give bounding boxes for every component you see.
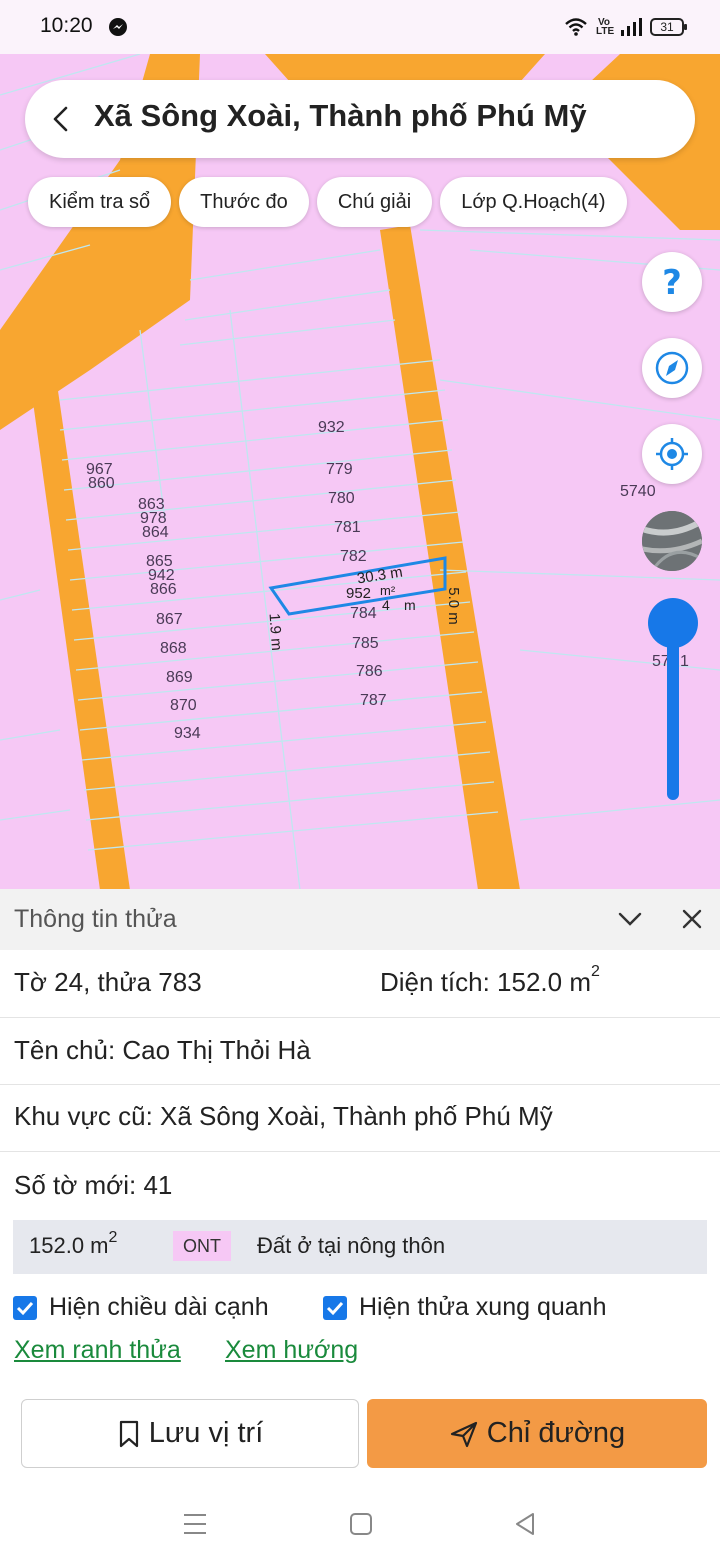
parcel-label: 932 [318, 419, 345, 436]
parcel-label: 5740 [620, 483, 656, 500]
parcel-label: 868 [160, 640, 187, 657]
messenger-icon [109, 18, 127, 36]
svg-text:?: ? [662, 263, 682, 303]
system-nav-bar [0, 1490, 720, 1560]
parcel-label: 782 [340, 548, 367, 565]
back-triangle-icon[interactable] [513, 1511, 537, 1537]
land-use-area-superscript: 2 [108, 1229, 118, 1246]
land-use-code-badge: ONT [173, 1231, 231, 1261]
new-sheet-row: Số tờ mới: 41 [0, 1152, 720, 1214]
send-arrow-icon [450, 1421, 477, 1447]
parcel-label: 864 [142, 524, 169, 541]
status-bar: 10:20 Vo LTE 31 [0, 0, 720, 54]
save-location-button[interactable]: Lưu vị trí [21, 1399, 359, 1468]
parcel-label: 934 [174, 725, 201, 742]
chip-planning-layers[interactable]: Lớp Q.Hoạch(4) [440, 177, 627, 227]
directions-button[interactable]: Chỉ đường [367, 1399, 707, 1468]
checkbox-label: Hiện thửa xung quanh [359, 1293, 607, 1321]
bookmark-icon [119, 1420, 138, 1447]
sheet-parcel-number: Tờ 24, thửa 783 [14, 967, 202, 997]
land-use-area: 152.0 m2 [29, 1229, 117, 1259]
parcel-label: 870 [170, 697, 197, 714]
edge-length-bottom-prefix: 4 [382, 597, 390, 613]
parcel-label: 785 [352, 635, 379, 652]
close-icon[interactable] [681, 908, 703, 930]
new-sheet-number: Số tờ mới: 41 [14, 1170, 173, 1200]
panel-title: Thông tin thửa [14, 905, 177, 933]
compass-button[interactable] [642, 338, 702, 398]
parcel-label: 779 [326, 461, 353, 478]
view-boundary-link[interactable]: Xem ranh thửa [14, 1336, 181, 1365]
edge-length-right: 5.0 m [444, 587, 462, 625]
status-time: 10:20 [40, 14, 93, 37]
parcel-summary-row: Tờ 24, thửa 783 Diện tích: 152.0 m2 [0, 950, 720, 1018]
parcel-label: 860 [88, 475, 115, 492]
edge-length-bottom: m [404, 597, 416, 613]
checkbox-checked-icon[interactable] [13, 1295, 37, 1320]
view-direction-link[interactable]: Xem hướng [225, 1336, 358, 1365]
parcel-label: 780 [328, 490, 355, 507]
area-value: Diện tích: 152.0 m2 [380, 963, 600, 998]
parcel-label: 869 [166, 669, 193, 686]
satellite-layer-button[interactable] [642, 511, 702, 571]
signal-icon [621, 18, 642, 36]
home-square-icon[interactable] [349, 1512, 373, 1536]
parcel-label: 787 [360, 692, 387, 709]
show-edge-length-checkbox[interactable]: Hiện chiều dài cạnh [13, 1293, 269, 1322]
area-text: Diện tích: 152.0 m [380, 967, 591, 997]
parcel-label: 866 [150, 581, 177, 598]
my-location-button[interactable] [642, 424, 702, 484]
wifi-icon [565, 18, 587, 36]
old-area: Khu vực cũ: Xã Sông Xoài, Thành phố Phú … [14, 1101, 553, 1131]
panel-header: Thông tin thửa [0, 889, 720, 950]
owner-row: Tên chủ: Cao Thị Thỏi Hà [0, 1018, 720, 1085]
area-superscript: 2 [591, 963, 600, 980]
chevron-down-icon[interactable] [617, 909, 643, 929]
back-arrow-icon[interactable] [48, 105, 74, 133]
compass-icon [655, 351, 689, 385]
edge-length-left: 1.9 m [265, 612, 286, 652]
directions-button-label: Chỉ đường [486, 1417, 626, 1449]
owner-name: Tên chủ: Cao Thị Thỏi Hà [14, 1035, 311, 1065]
show-neighbor-parcels-checkbox[interactable]: Hiện thửa xung quanh [323, 1293, 606, 1322]
land-use-area-text: 152.0 m [29, 1233, 109, 1258]
battery-icon: 31 [650, 18, 687, 36]
land-use-row: 152.0 m2 ONT Đất ở tại nông thôn [13, 1220, 707, 1274]
parcel-label: 786 [356, 663, 383, 680]
location-title: Xã Sông Xoài, Thành phố Phú Mỹ [94, 98, 587, 133]
opacity-slider-track[interactable] [667, 622, 679, 800]
parcel-label: 781 [334, 519, 361, 536]
parcel-label: 1 [680, 653, 689, 670]
help-button[interactable]: ? [642, 252, 702, 312]
satellite-thumbnail-icon [642, 511, 702, 571]
question-icon: ? [662, 263, 682, 303]
land-use-description: Đất ở tại nông thôn [257, 1233, 446, 1258]
crosshair-icon [656, 438, 688, 470]
checkbox-checked-icon[interactable] [323, 1295, 347, 1320]
map-tool-chips: Kiểm tra sổ Thước đo Chú giải Lớp Q.Hoạc… [28, 177, 627, 227]
save-button-label: Lưu vị trí [148, 1417, 264, 1449]
menu-icon[interactable] [182, 1512, 208, 1536]
parcel-info-panel: Thông tin thửa Tờ 24, thửa 783 Diện tích… [0, 889, 720, 1560]
opacity-slider-knob[interactable] [648, 598, 698, 648]
old-area-row: Khu vực cũ: Xã Sông Xoài, Thành phố Phú … [0, 1085, 720, 1152]
volte-indicator: Vo LTE [596, 17, 615, 37]
parcel-label: 952 [346, 585, 372, 602]
chip-legend[interactable]: Chú giải [316, 177, 433, 227]
checkbox-label: Hiện chiều dài cạnh [49, 1293, 269, 1321]
parcel-label: 867 [156, 611, 183, 628]
parcel-label: 784 [350, 605, 377, 622]
chip-ruler[interactable]: Thước đo [179, 177, 309, 227]
chip-check-book[interactable]: Kiểm tra sổ [28, 177, 172, 227]
